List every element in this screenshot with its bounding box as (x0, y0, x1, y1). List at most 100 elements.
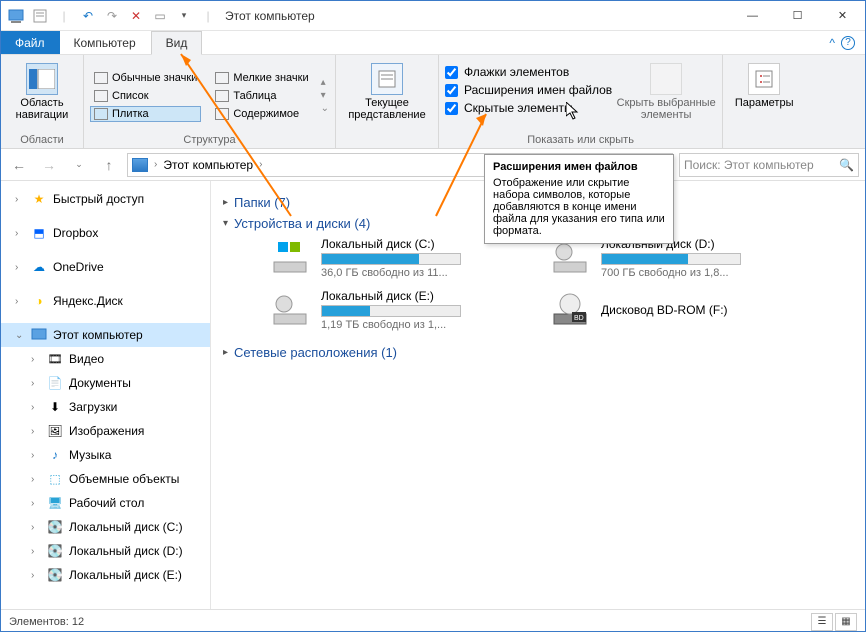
nav-diskc-label: Локальный диск (C:) (69, 520, 183, 534)
close-button[interactable]: ✕ (820, 1, 865, 31)
layout-regular-label: Обычные значки (112, 72, 197, 84)
qat-dropdown-icon[interactable]: ▾ (173, 5, 195, 27)
maximize-button[interactable]: ☐ (775, 1, 820, 31)
current-view-icon (371, 63, 403, 95)
qat-separator: | (53, 5, 75, 27)
nav-pane: ›★Быстрый доступ ›⬒Dropbox ›☁OneDrive ›◑… (1, 181, 211, 609)
layout-small-icons[interactable]: Мелкие значки (211, 70, 312, 86)
section-network[interactable]: ▸Сетевые расположения (1) (223, 345, 853, 360)
search-field[interactable]: Поиск: Этот компьютер 🔍 (679, 153, 859, 177)
app-icon[interactable] (5, 5, 27, 27)
redo-icon[interactable]: ↷ (101, 5, 123, 27)
nav-music[interactable]: ›♪Музыка (1, 443, 210, 467)
details-view-button[interactable]: ☰ (811, 613, 833, 631)
view-mode-buttons: ☰ ▦ (811, 613, 857, 631)
tab-view[interactable]: Вид (151, 31, 203, 55)
hide-selected-button[interactable]: Скрыть выбранные элементы (616, 59, 716, 121)
nav-disk-e[interactable]: ›💽Локальный диск (E:) (1, 563, 210, 587)
nav-images-label: Изображения (69, 424, 144, 438)
ribbon-group-show-hide: Флажки элементов Расширения имен файлов … (439, 55, 723, 148)
chk-flags-label: Флажки элементов (464, 65, 569, 79)
nav-pane-icon (26, 63, 58, 95)
drive-c-free: 36,0 ГБ свободно из 11... (321, 267, 461, 279)
drive-c-icon (269, 237, 311, 279)
nav-desktop[interactable]: ›🖥Рабочий стол (1, 491, 210, 515)
drive-f[interactable]: BD Дисковод BD-ROM (F:) (549, 289, 799, 331)
drive-e-name: Локальный диск (E:) (321, 289, 461, 303)
chk-flags-input[interactable] (445, 66, 458, 79)
nav-documents[interactable]: ›📄Документы (1, 371, 210, 395)
chk-hidden-items[interactable]: Скрытые элементы (445, 101, 612, 115)
tab-file[interactable]: Файл (1, 31, 60, 54)
parameters-button[interactable]: Параметры (729, 59, 799, 109)
window-controls: — ☐ ✕ (730, 1, 865, 31)
up-button[interactable]: ↑ (97, 153, 121, 177)
properties-icon[interactable] (29, 5, 51, 27)
search-icon[interactable]: 🔍 (839, 158, 854, 172)
nav-diske-label: Локальный диск (E:) (69, 568, 182, 582)
undo-icon[interactable]: ↶ (77, 5, 99, 27)
nav-music-label: Музыка (69, 448, 111, 462)
nav-desktop-label: Рабочий стол (69, 496, 144, 510)
status-bar: Элементов: 12 ☰ ▦ (1, 609, 865, 633)
drive-c-bar (321, 253, 461, 265)
layout-regular-icons[interactable]: Обычные значки (90, 70, 201, 86)
layout-scroll[interactable]: ▴▾⌄ (321, 77, 329, 114)
ribbon: Область навигации Области Обычные значки… (1, 55, 865, 149)
titlebar: | ↶ ↷ ✕ ▭ ▾ | Этот компьютер — ☐ ✕ (1, 1, 865, 31)
group-showhide-label: Показать или скрыть (445, 132, 716, 146)
nav-this-pc[interactable]: ⌄Этот компьютер (1, 323, 210, 347)
drive-e[interactable]: Локальный диск (E:) 1,19 ТБ свободно из … (269, 289, 519, 331)
drive-e-bar (321, 305, 461, 317)
group-areas-label: Области (7, 132, 77, 146)
nav-disk-c[interactable]: ›💽Локальный диск (C:) (1, 515, 210, 539)
breadcrumb-root[interactable]: Этот компьютер (163, 158, 253, 172)
chk-item-flags[interactable]: Флажки элементов (445, 65, 612, 79)
nav-disk-d[interactable]: ›💽Локальный диск (D:) (1, 539, 210, 563)
layout-table[interactable]: Таблица (211, 88, 312, 104)
section-network-label: Сетевые расположения (1) (234, 345, 397, 360)
recent-dropdown[interactable]: ⌄ (67, 153, 91, 177)
drive-d-bar (601, 253, 741, 265)
breadcrumb-chevron-icon[interactable]: › (154, 159, 157, 170)
layout-content[interactable]: Содержимое (211, 106, 312, 122)
chk-hidden-input[interactable] (445, 102, 458, 115)
breadcrumb-chevron2-icon[interactable]: › (259, 159, 262, 170)
nav-videos[interactable]: ›🎞Видео (1, 347, 210, 371)
large-view-button[interactable]: ▦ (835, 613, 857, 631)
nav-onedrive[interactable]: ›☁OneDrive (1, 255, 210, 279)
svg-text:BD: BD (574, 315, 584, 322)
current-view-button[interactable]: Текущее представление (342, 59, 432, 121)
chk-ext-label: Расширения имен файлов (464, 83, 612, 97)
nav-images[interactable]: ›🖼Изображения (1, 419, 210, 443)
ribbon-group-currentview: Текущее представление (336, 55, 439, 148)
nav-diskd-label: Локальный диск (D:) (69, 544, 183, 558)
nav-quick-access[interactable]: ›★Быстрый доступ (1, 187, 210, 211)
back-button[interactable]: ← (7, 153, 31, 177)
chk-ext-input[interactable] (445, 84, 458, 97)
quick-access-toolbar: | ↶ ↷ ✕ ▭ ▾ | (5, 5, 219, 27)
chk-file-extensions[interactable]: Расширения имен файлов (445, 83, 612, 97)
tab-computer[interactable]: Компьютер (60, 31, 151, 54)
nav-pane-button[interactable]: Область навигации (7, 59, 77, 121)
nav-downloads[interactable]: ›⬇Загрузки (1, 395, 210, 419)
nav-pane-label: Область навигации (7, 97, 77, 121)
layout-content-label: Содержимое (233, 108, 299, 120)
layout-list-label: Список (112, 90, 149, 102)
layout-list[interactable]: Список (90, 88, 201, 104)
nav-objects3d-label: Объемные объекты (69, 472, 179, 486)
layout-table-label: Таблица (233, 90, 276, 102)
nav-3d-objects[interactable]: ›⬚Объемные объекты (1, 467, 210, 491)
rename-icon[interactable]: ▭ (149, 5, 171, 27)
drive-f-icon: BD (549, 289, 591, 331)
drive-c[interactable]: Локальный диск (C:) 36,0 ГБ свободно из … (269, 237, 519, 279)
body: ›★Быстрый доступ ›⬒Dropbox ›☁OneDrive ›◑… (1, 181, 865, 609)
layout-tiles[interactable]: Плитка (90, 106, 201, 122)
ribbon-collapse-icon[interactable]: ^ ? (819, 31, 865, 54)
delete-icon[interactable]: ✕ (125, 5, 147, 27)
minimize-button[interactable]: — (730, 1, 775, 31)
nav-yandex-disk[interactable]: ›◑Яндекс.Диск (1, 289, 210, 313)
search-placeholder: Поиск: Этот компьютер (684, 158, 814, 172)
nav-dropbox[interactable]: ›⬒Dropbox (1, 221, 210, 245)
forward-button[interactable]: → (37, 153, 61, 177)
